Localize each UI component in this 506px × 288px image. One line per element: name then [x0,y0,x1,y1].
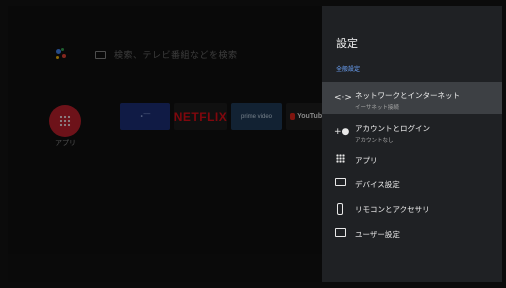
search-hint[interactable]: 検索、テレビ番組などを検索 [114,48,238,61]
prime-video-label: prime video [240,113,272,120]
settings-item-sublabel: イーサネット接続 [355,105,399,111]
settings-item-remote[interactable]: リモコンとアクセサリ [322,199,502,221]
panel-title: 設定 [336,37,358,50]
settings-panel: 設定 全般設定 <·> ネットワークとインターネット イーサネット接続 +● ア… [322,6,502,282]
settings-item-device[interactable]: デバイス設定 [322,174,502,196]
settings-item-user[interactable]: ユーザー設定 [322,224,502,246]
apps-grid-icon [334,154,346,167]
google-assistant-icon[interactable] [53,47,67,61]
monitor-icon [334,178,346,190]
netflix-tile[interactable]: NETFLIX [174,103,227,130]
user-settings-icon [334,228,346,241]
youtube-tile[interactable]: YouTube [286,103,326,130]
prime-video-tile[interactable]: prime video [231,103,282,130]
remote-icon [334,203,346,219]
apps-grid-icon [59,115,71,127]
netflix-label: NETFLIX [174,109,227,124]
settings-item-label: ユーザー設定 [355,230,400,239]
add-account-icon: +● [334,127,350,137]
app-tile-1[interactable]: • ̄ ̄ ̄ ̄ [120,103,170,130]
tile-1-label: • ̄ ̄ ̄ ̄ [140,113,150,120]
settings-item-label: アカウントとログイン [355,124,430,133]
settings-item-label: アプリ [355,156,378,165]
apps-label: アプリ [55,139,76,147]
settings-item-label: デバイス設定 [355,180,400,189]
tv-screen: 検索、テレビ番組などを検索 アプリ • ̄ ̄ ̄ ̄ NETFLIX prim… [8,6,502,282]
settings-item-label: ネットワークとインターネット [355,91,460,100]
settings-item-sublabel: アカウントなし [355,138,394,144]
youtube-play-icon [290,113,296,120]
keyboard-icon[interactable] [95,51,106,59]
settings-item-label: リモコンとアクセサリ [355,205,430,214]
network-icon: <·> [334,93,352,103]
settings-item-apps[interactable]: アプリ [322,150,502,172]
home-screen-dimmed: 検索、テレビ番組などを検索 アプリ • ̄ ̄ ̄ ̄ NETFLIX prim… [8,6,326,282]
section-label: 全般設定 [336,66,361,73]
settings-item-accounts[interactable]: +● アカウントとログイン アカウントなし [322,117,502,147]
settings-item-network[interactable]: <·> ネットワークとインターネット イーサネット接続 [322,82,502,114]
apps-button[interactable] [49,105,81,137]
